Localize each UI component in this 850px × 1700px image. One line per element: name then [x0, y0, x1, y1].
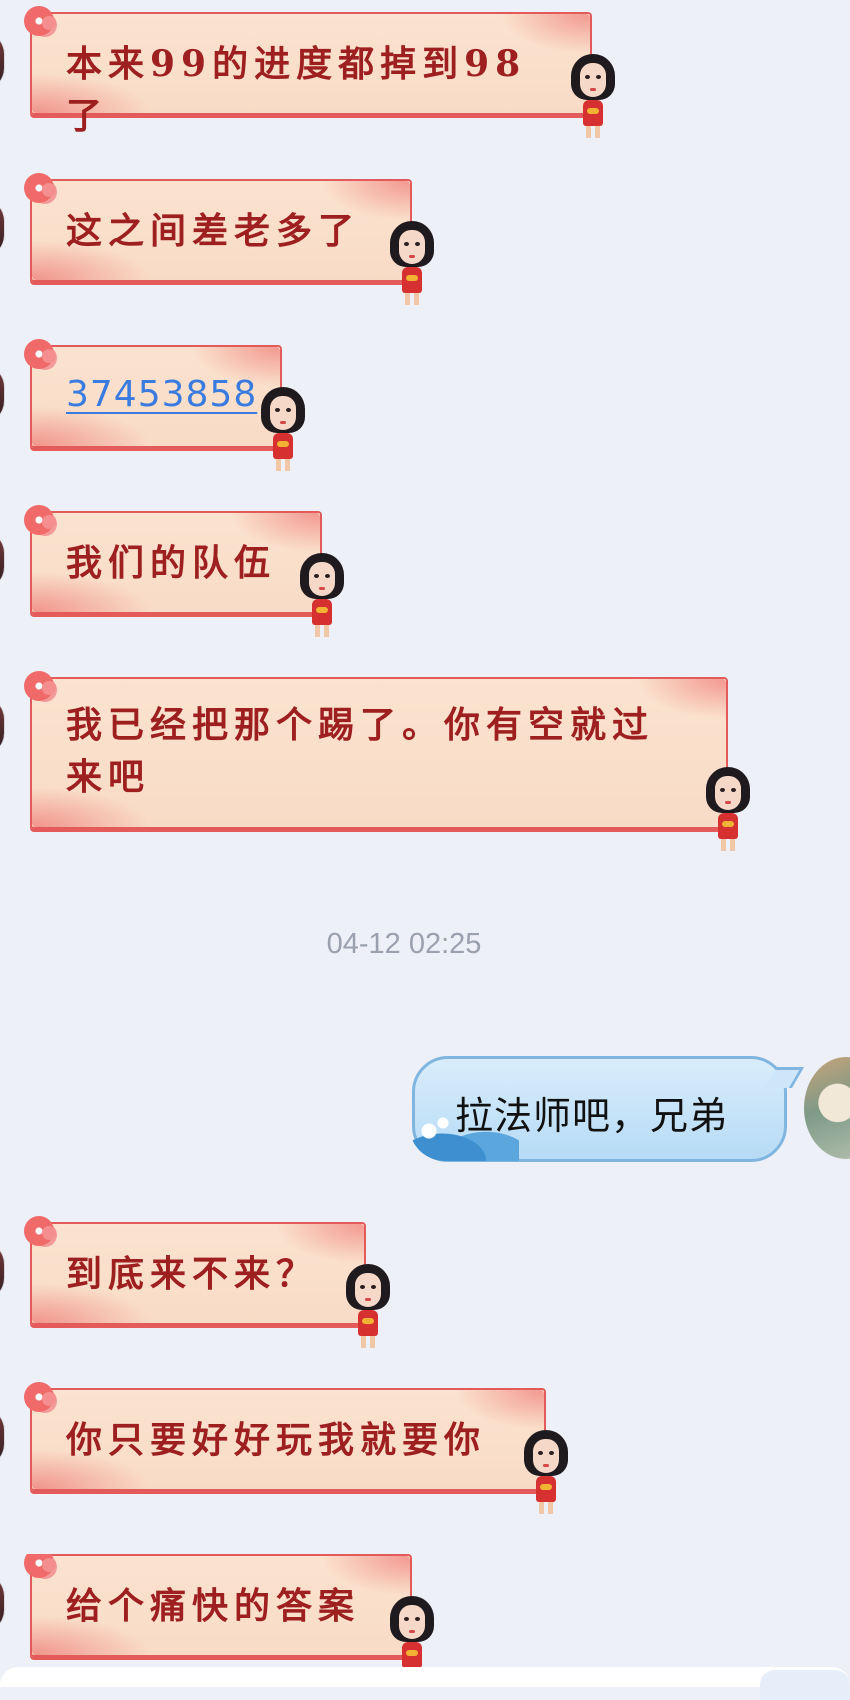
message-bubble[interactable]: 37453858 — [24, 339, 282, 448]
chat-message-list[interactable]: 本来99的进度都掉到98了 这之间差老多了 37453858 我们的队伍 我已经… — [0, 0, 850, 1687]
message-row-incoming: 这之间差老多了 — [0, 173, 850, 305]
message-bubble[interactable]: 我们的队伍 — [24, 505, 322, 614]
message-text: 到底来不来？ — [66, 1253, 319, 1295]
message-text: 我已经把那个踢了。你有空就过来吧 — [66, 704, 655, 798]
message-bubble[interactable]: 到底来不来？ — [24, 1216, 366, 1325]
bubble-doll-icon — [346, 1264, 390, 1352]
flower-icon — [24, 671, 56, 701]
flower-icon — [24, 6, 56, 36]
message-text: 我们的队伍 — [66, 542, 277, 584]
message-bubble-outgoing[interactable]: 拉法师吧，兄弟 — [409, 1056, 805, 1162]
sender-avatar[interactable] — [0, 32, 4, 90]
message-text: 这之间差老多了 — [66, 210, 361, 252]
sender-avatar[interactable] — [0, 1408, 4, 1466]
message-text: 拉法师吧，兄弟 — [455, 1094, 729, 1138]
flower-icon — [24, 1554, 56, 1578]
bubble-doll-icon — [390, 221, 434, 309]
message-timestamp: 04-12 02:25 — [326, 928, 482, 960]
sender-avatar[interactable] — [0, 199, 4, 257]
sender-avatar[interactable] — [0, 1242, 4, 1300]
message-text: 本来99的进度都掉到98了 — [66, 43, 527, 137]
message-text: 你只要好好玩我就要你 — [66, 1419, 487, 1461]
message-text: 给个痛快的答案 — [66, 1585, 361, 1627]
bubble-doll-icon — [571, 54, 615, 142]
input-bar-button[interactable] — [760, 1670, 850, 1700]
flower-icon — [24, 1216, 56, 1246]
message-row-incoming: 给个痛快的答案 — [0, 1554, 850, 1667]
flower-icon — [24, 173, 56, 203]
message-row-incoming: 37453858 — [0, 339, 850, 471]
message-bubble[interactable]: 这之间差老多了 — [24, 173, 412, 282]
bubble-tail — [764, 1067, 805, 1088]
my-avatar[interactable] — [804, 1057, 850, 1159]
flower-icon — [24, 1382, 56, 1412]
message-bubble[interactable]: 你只要好好玩我就要你 — [24, 1382, 546, 1491]
bubble-doll-icon — [261, 387, 305, 475]
bubble-doll-icon — [390, 1596, 434, 1667]
bubble-doll-icon — [524, 1430, 568, 1518]
message-row-incoming: 我已经把那个踢了。你有空就过来吧 — [0, 671, 850, 855]
sender-avatar[interactable] — [0, 531, 4, 589]
flower-icon — [24, 505, 56, 535]
message-bubble[interactable]: 给个痛快的答案 — [24, 1554, 412, 1657]
bubble-doll-icon — [300, 553, 344, 641]
message-row-incoming: 我们的队伍 — [0, 505, 850, 637]
message-bubble[interactable]: 我已经把那个踢了。你有空就过来吧 — [24, 671, 728, 829]
message-link[interactable]: 37453858 — [66, 369, 260, 421]
input-bar[interactable] — [0, 1667, 850, 1700]
message-row-incoming: 本来99的进度都掉到98了 — [0, 6, 850, 138]
sender-avatar[interactable] — [0, 365, 4, 423]
message-row-incoming: 你只要好好玩我就要你 — [0, 1382, 850, 1514]
flower-icon — [24, 339, 56, 369]
bubble-doll-icon — [706, 767, 750, 855]
sender-avatar[interactable] — [0, 1574, 4, 1632]
message-row-incoming: 到底来不来？ — [0, 1216, 850, 1348]
sender-avatar[interactable] — [0, 697, 4, 755]
message-bubble[interactable]: 本来99的进度都掉到98了 — [24, 6, 592, 137]
